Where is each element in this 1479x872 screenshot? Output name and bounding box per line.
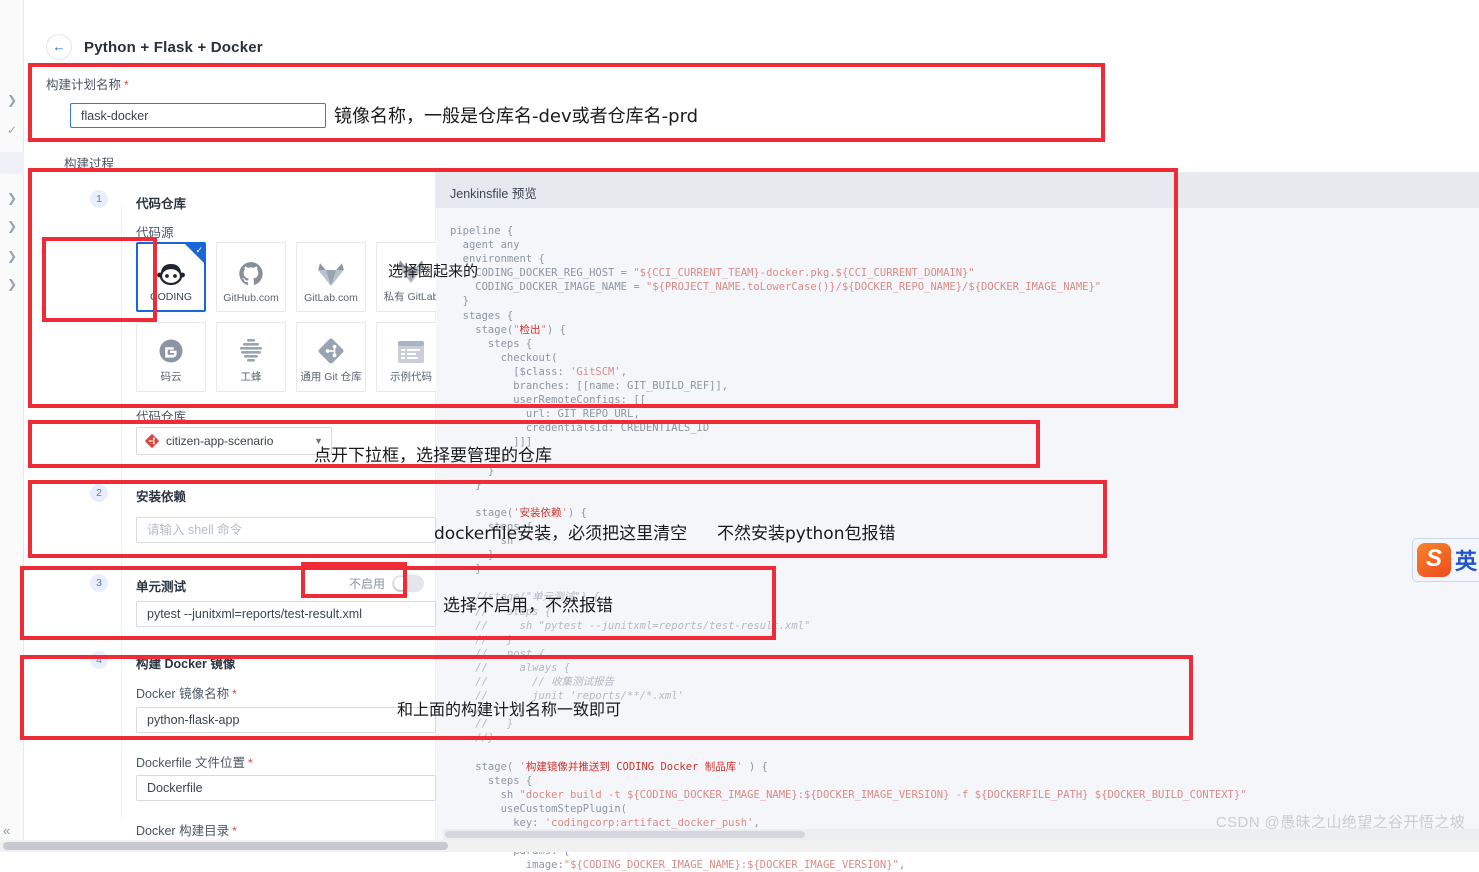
source-option-github[interactable]: GitHub.com xyxy=(216,242,286,312)
step-3-title: 单元测试 xyxy=(136,580,187,594)
step-2-number: 2 xyxy=(90,484,108,502)
source-option-gitee[interactable]: 码云 xyxy=(136,322,206,392)
annotation-text-repo-select: 点开下拉框，选择要管理的仓库 xyxy=(314,446,552,466)
annotation-text-deps-clear: dockerfile安装，必须把这里清空 xyxy=(434,524,688,544)
source-option-label: CODING xyxy=(150,291,192,303)
selected-check-icon xyxy=(185,244,204,263)
repo-select-value: citizen-app-scenario xyxy=(166,434,274,448)
step-2-title: 安装依赖 xyxy=(136,490,187,504)
dockerfile-path-input[interactable] xyxy=(136,775,436,801)
steps-column: 1 代码仓库 代码源 CODING xyxy=(46,172,446,852)
unit-test-toggle-label: 不启用 xyxy=(349,577,386,591)
docker-image-name-input[interactable] xyxy=(136,707,436,733)
annotation-text-docker-name: 和上面的构建计划名称一致即可 xyxy=(397,700,622,719)
source-option-coding[interactable]: CODING xyxy=(136,242,206,312)
annotation-text-code-source: 选择圈起来的 xyxy=(388,262,479,280)
coding-logo-icon xyxy=(157,264,185,286)
back-button[interactable]: ← xyxy=(46,34,72,60)
sidebar-chevron-icon-4[interactable]: ❯ xyxy=(4,248,20,264)
plan-name-label: 构建计划名称 * xyxy=(46,78,129,92)
code-source-label: 代码源 xyxy=(136,226,174,240)
dockerfile-path-label: Dockerfile 文件位置 * xyxy=(136,756,253,770)
step-1-title: 代码仓库 xyxy=(136,197,187,211)
source-option-label: 码云 xyxy=(160,371,182,383)
source-option-tencent-git[interactable]: 工蜂 xyxy=(216,322,286,392)
docker-image-name-label: Docker 镜像名称 * xyxy=(136,687,237,701)
annotation-text-deps-warn: 不然安装python包报错 xyxy=(717,524,896,544)
unit-test-toggle-group[interactable]: 不启用 xyxy=(349,575,425,592)
page-horizontal-scrollbar[interactable] xyxy=(0,840,1479,852)
gitlab-logo-icon xyxy=(318,263,344,286)
ime-mode-label[interactable]: 英 xyxy=(1455,544,1479,576)
docker-build-context-label: Docker 构建目录 * xyxy=(136,824,237,838)
page-scrollbar-thumb[interactable] xyxy=(3,842,448,850)
build-process-label: 构建过程 xyxy=(64,157,115,171)
page-header: ← Python + Flask + Docker xyxy=(46,30,263,64)
source-option-label: GitHub.com xyxy=(223,292,279,304)
sidebar-check-icon[interactable]: ✓ xyxy=(4,122,20,138)
gitee-logo-icon xyxy=(159,339,183,363)
jenkinsfile-preview-title: Jenkinsfile 预览 xyxy=(436,172,1479,208)
generic-git-icon xyxy=(318,338,344,364)
sidebar-chevron-icon-2[interactable]: ❯ xyxy=(4,190,20,206)
github-logo-icon xyxy=(239,262,263,285)
step-4-title: 构建 Docker 镜像 xyxy=(136,657,236,671)
annotation-text-plan-name: 镜像名称，一般是仓库名-dev或者仓库名-prd xyxy=(334,106,699,127)
unit-test-command-input[interactable] xyxy=(136,601,436,627)
source-option-label: 通用 Git 仓库 xyxy=(300,371,362,383)
page-title: Python + Flask + Docker xyxy=(84,38,263,56)
sogou-ime-indicator[interactable]: S 英 xyxy=(1411,538,1479,582)
sidebar-chevron-icon-3[interactable]: ❯ xyxy=(4,218,20,234)
source-option-label: 私有 GitLab xyxy=(383,291,439,303)
step-1-number: 1 xyxy=(90,190,108,208)
install-deps-input[interactable] xyxy=(136,517,436,543)
tencent-git-icon xyxy=(240,339,262,362)
sidebar-chevron-icon-5[interactable]: ❯ xyxy=(4,276,20,292)
sogou-logo-icon: S xyxy=(1416,543,1451,577)
sample-code-icon xyxy=(398,341,424,363)
toggle-knob xyxy=(394,577,408,590)
build-plan-page: ← Python + Flask + Docker 构建计划名称* 构建过程 1… xyxy=(24,0,1479,871)
source-option-label: 示例代码 xyxy=(390,371,432,383)
step-3-number: 3 xyxy=(90,574,108,592)
inner-scrollbar-thumb[interactable] xyxy=(445,831,805,838)
build-process-pane: 1 代码仓库 代码源 CODING xyxy=(24,172,1479,871)
unit-test-toggle[interactable] xyxy=(392,575,425,592)
inner-horizontal-scrollbar[interactable] xyxy=(443,829,1479,840)
collapsed-sidebar[interactable]: ❯ ✓ ❯ ❯ ❯ ❯ « xyxy=(0,0,24,852)
source-option-label: 工蜂 xyxy=(240,371,262,383)
source-option-label: GitLab.com xyxy=(304,292,358,304)
repo-label: 代码仓库 xyxy=(136,410,187,424)
collapse-sidebar-button[interactable]: « xyxy=(3,823,10,838)
step-4-number: 4 xyxy=(90,651,108,669)
plan-name-input[interactable] xyxy=(70,103,326,128)
step-connector xyxy=(121,206,122,818)
sidebar-chevron-icon-1[interactable]: ❯ xyxy=(4,92,20,108)
sidebar-item-selected[interactable] xyxy=(0,152,24,174)
repo-select[interactable]: citizen-app-scenario ▼ xyxy=(136,427,332,455)
git-repo-icon xyxy=(145,434,159,448)
annotation-text-unit-test: 选择不启用，不然报错 xyxy=(443,596,613,616)
jenkinsfile-preview-panel: Jenkinsfile 预览 pipeline { agent any envi… xyxy=(436,172,1479,871)
source-option-generic-git[interactable]: 通用 Git 仓库 xyxy=(296,322,366,392)
source-option-gitlab-com[interactable]: GitLab.com xyxy=(296,242,366,312)
